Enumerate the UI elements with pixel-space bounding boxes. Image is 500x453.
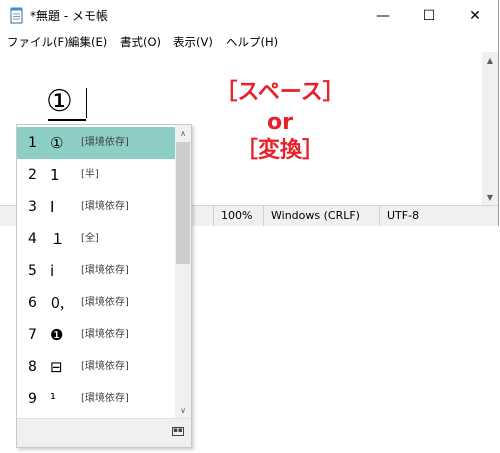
composition-underline [48,119,86,121]
candidate-item[interactable]: 4 １ [全] [17,223,175,255]
candidate-number: 7 [28,327,37,343]
candidate-item[interactable]: 3 Ⅰ [環境依存] [17,191,175,223]
status-line-ending: Windows (CRLF) [263,206,379,226]
minimize-icon: — [376,8,390,24]
scroll-up-icon[interactable]: ▲ [482,52,498,68]
maximize-icon: ☐ [422,8,436,24]
candidate-item[interactable]: 6 🄁 [環境依存] [17,287,175,319]
candidate-item[interactable]: 8 ⊟ [環境依存] [17,351,175,383]
candidate-item[interactable]: 9 ¹ [環境依存] [17,383,175,415]
chevron-up-icon[interactable]: ∧ [175,125,191,141]
candidate-glyph: 1 [50,166,60,184]
candidate-tag: [環境依存] [81,201,129,212]
candidate-glyph: 🄁 [50,294,66,312]
annotation-or: or [267,110,293,135]
close-icon: ✕ [469,8,481,24]
keyboard-toggle-icon[interactable]: ▪▪ [172,427,184,436]
candidate-tag: [環境依存] [81,297,129,308]
title-bar[interactable]: *無題 - メモ帳 — ☐ ✕ [0,0,498,32]
candidate-tag: [環境依存] [81,329,129,340]
candidate-glyph: ⊟ [50,358,63,376]
candidate-glyph: ¹ [50,390,57,408]
candidate-tag: [半] [81,169,99,180]
candidate-glyph: １ [50,230,66,248]
menu-help[interactable]: ヘルプ(H) [226,34,278,50]
candidate-number: 5 [28,263,37,279]
candidate-glyph: ❶ [50,326,64,344]
candidate-scroll-thumb[interactable] [176,142,190,264]
candidate-tag: [環境依存] [81,137,129,148]
candidate-tag: [全] [81,233,99,244]
candidate-glyph: Ⅰ [50,198,55,216]
candidate-item[interactable]: 1 ① [環境依存] [17,127,175,159]
vertical-scrollbar[interactable]: ▲ ▼ [482,52,498,205]
menu-view[interactable]: 表示(V) [173,34,213,50]
candidate-number: 2 [28,167,37,183]
candidate-number: 8 [28,359,37,375]
status-zoom: 100% [213,206,263,226]
window-title: *無題 - メモ帳 [30,9,108,23]
candidate-number: 6 [28,295,37,311]
typed-text: ① [46,84,73,119]
close-button[interactable]: ✕ [452,0,498,32]
menu-bar: ファイル(F) 編集(E) 書式(O) 表示(V) ヘルプ(H) [0,32,498,52]
candidate-number: 9 [28,391,37,407]
candidate-tag: [環境依存] [81,265,129,276]
candidate-tag: [環境依存] [81,361,129,372]
candidate-tag: [環境依存] [81,393,129,404]
maximize-button[interactable]: ☐ [406,0,452,32]
annotation-convert: ［変換］ [235,138,324,163]
candidate-scrollbar[interactable]: ∧ ∨ [175,125,191,418]
menu-file[interactable]: ファイル(F) [7,34,69,50]
menu-edit[interactable]: 編集(E) [68,34,107,50]
candidate-number: 3 [28,199,37,215]
candidate-number: 4 [28,231,37,247]
minimize-button[interactable]: — [360,0,406,32]
notepad-app-icon [10,7,23,24]
annotation-space: ［スペース］ [215,80,345,105]
ime-candidate-window: 1 ① [環境依存] 2 1 [半] 3 Ⅰ [環境依存] 4 １ [全] 5 ⅰ [環境依存] 6 🄁 [環境依… [16,124,192,448]
menu-format[interactable]: 書式(O) [120,34,161,50]
text-caret [86,88,87,118]
candidate-number: 1 [28,135,37,151]
status-encoding: UTF-8 [379,206,498,226]
candidate-glyph: ① [50,134,64,152]
candidate-item[interactable]: 2 1 [半] [17,159,175,191]
candidate-item[interactable]: 5 ⅰ [環境依存] [17,255,175,287]
candidate-glyph: ⅰ [50,262,55,280]
chevron-down-icon[interactable]: ∨ [175,402,191,418]
candidate-item[interactable]: 7 ❶ [環境依存] [17,319,175,351]
scroll-down-icon[interactable]: ▼ [482,189,498,205]
candidate-footer: ▪▪ [17,418,191,447]
